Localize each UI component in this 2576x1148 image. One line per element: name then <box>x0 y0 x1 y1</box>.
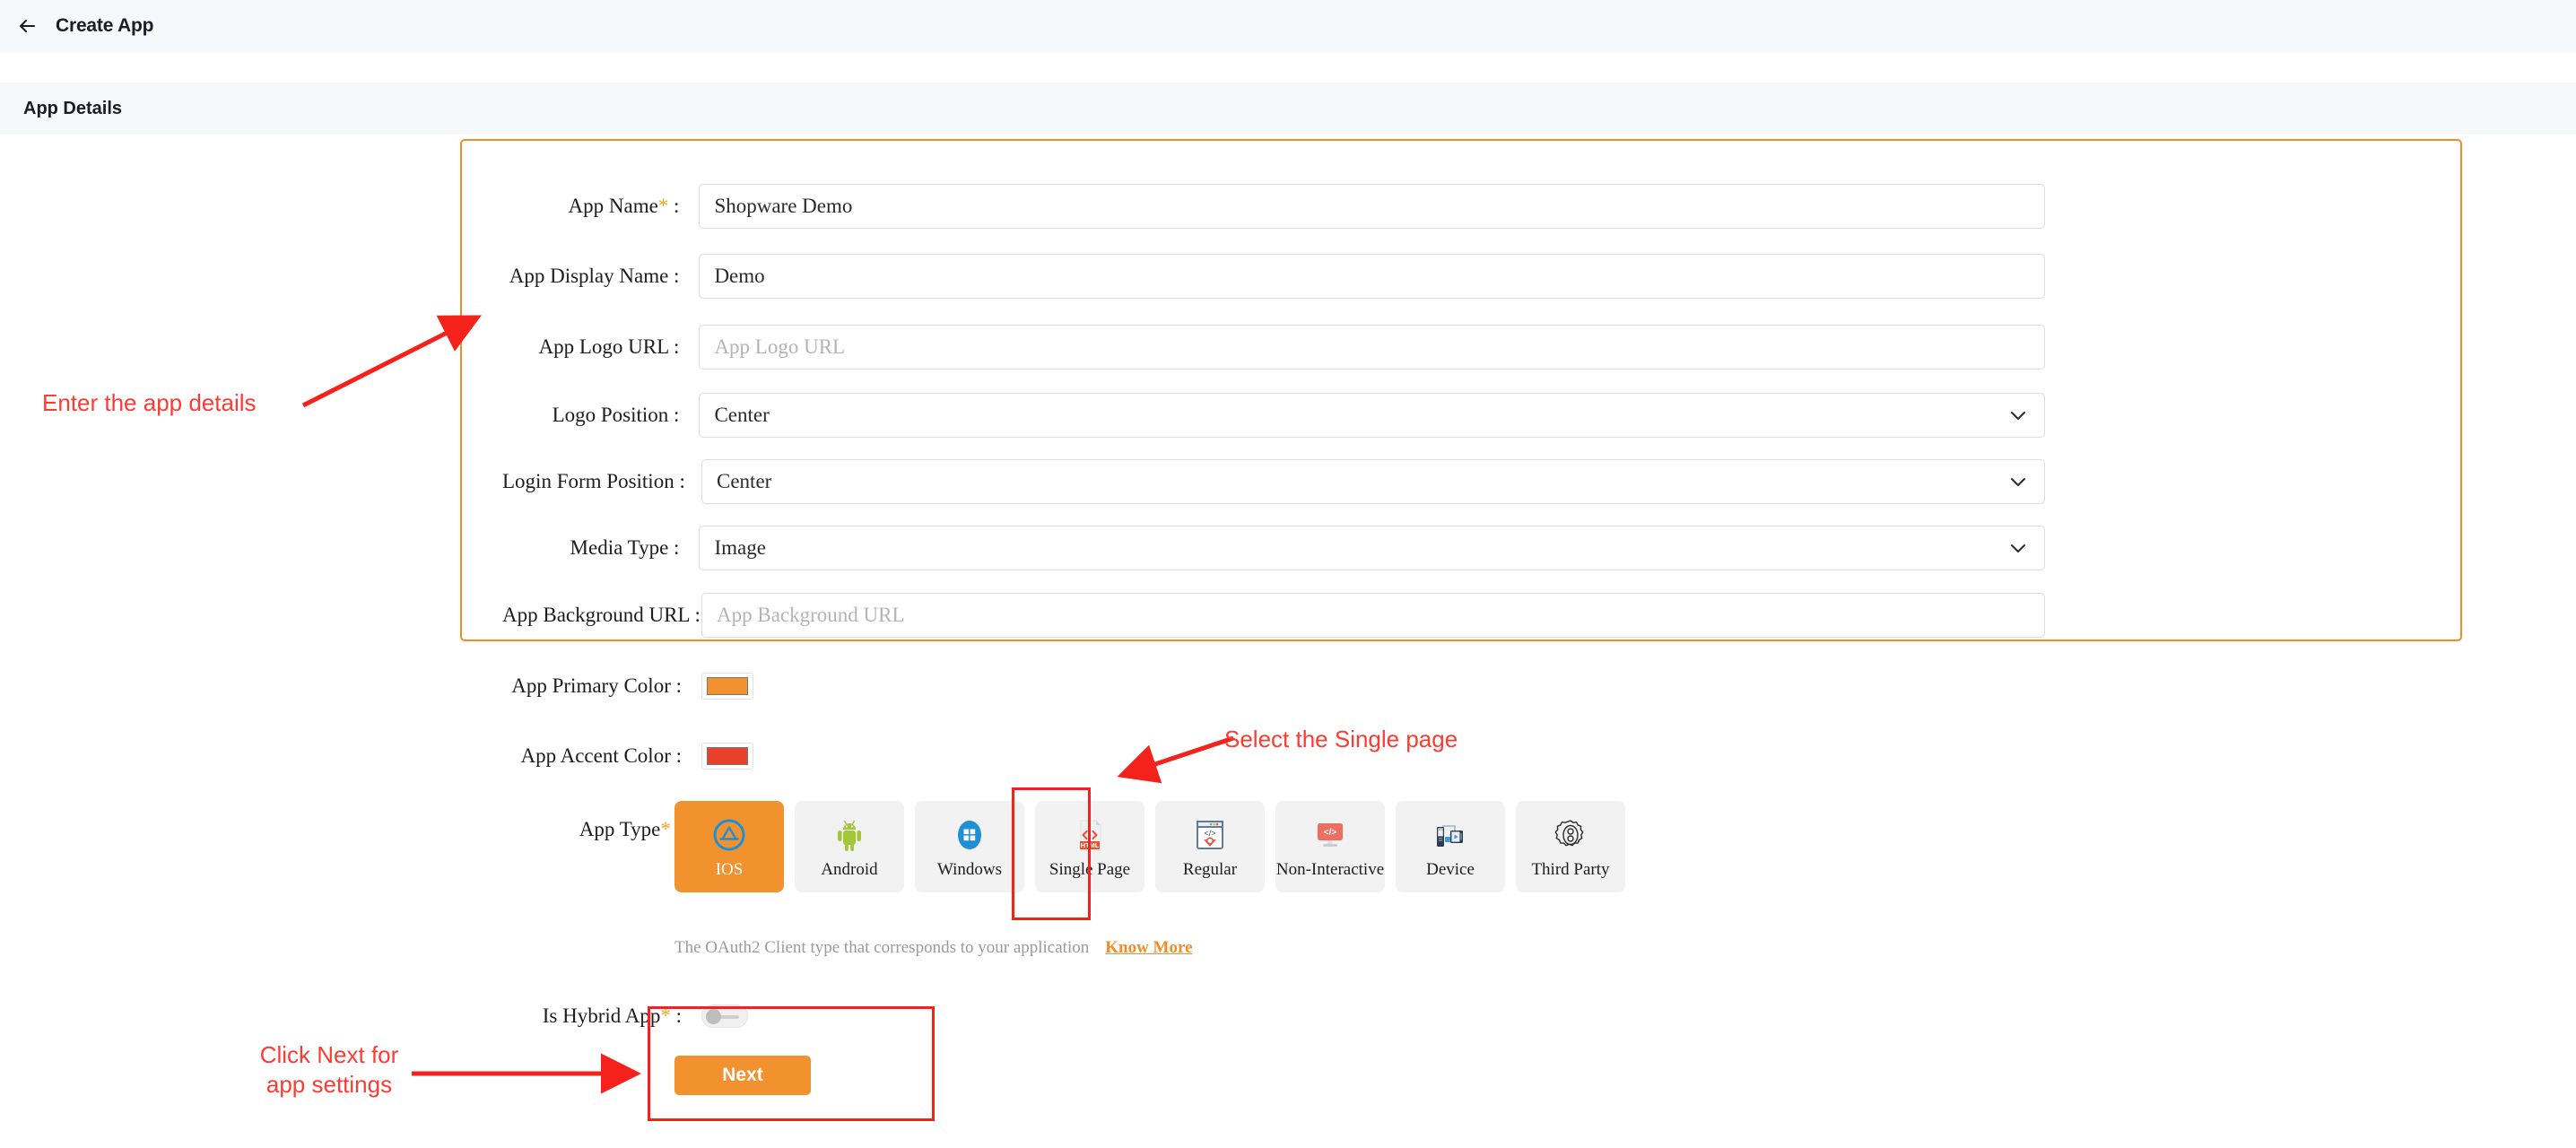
form-row-logo-position: Logo Position : Center <box>502 393 2045 438</box>
logo-position-select[interactable]: Center <box>699 393 2045 438</box>
top-bar: Create App <box>0 0 2576 52</box>
app-primary-color-swatch <box>707 677 748 695</box>
annotation-arrow-click-next <box>410 1063 643 1084</box>
gear-outline-icon <box>1549 813 1592 857</box>
app-background-url-label: App Background URL : <box>502 604 682 627</box>
media-type-label: Media Type : <box>502 536 679 560</box>
browser-code-gear-icon: </> <box>1188 813 1231 857</box>
app-type-card-label: Windows <box>937 860 1002 880</box>
form-row-app-logo-url: App Logo URL : <box>502 325 2045 370</box>
android-robot-icon <box>828 813 871 857</box>
annotation-text-select-single: Select the Single page <box>1224 725 1529 754</box>
form-row-media-type: Media Type : Image <box>502 526 2045 570</box>
annotation-text-enter-details: Enter the app details <box>42 388 302 418</box>
app-logo-url-label: App Logo URL : <box>502 335 679 359</box>
monitor-code-icon: </> <box>1309 813 1352 857</box>
app-type-card-list: IOS Android <box>674 801 1625 892</box>
login-form-position-value: Center <box>717 470 771 493</box>
app-type-card-label: Regular <box>1183 860 1237 880</box>
media-type-value: Image <box>714 536 765 560</box>
annotation-box-single-page <box>1012 787 1091 920</box>
app-type-card-device[interactable]: Device <box>1396 801 1505 892</box>
app-logo-url-input[interactable] <box>699 325 2045 370</box>
form-row-app-background-url: App Background URL : <box>502 593 2045 638</box>
annotation-arrow-select-single <box>1115 731 1240 785</box>
app-name-label: App Name* : <box>502 195 679 218</box>
app-type-label: App Type* : <box>502 818 682 841</box>
logo-position-value: Center <box>714 404 769 427</box>
app-accent-color-swatch <box>707 747 748 765</box>
annotation-box-next <box>648 1006 935 1121</box>
app-type-card-label: Non-Interactive <box>1276 860 1384 880</box>
form-row-app-display-name: App Display Name : <box>502 254 2045 299</box>
app-type-card-non-interactive[interactable]: </> Non-Interactive <box>1275 801 1385 892</box>
app-type-card-third-party[interactable]: Third Party <box>1516 801 1625 892</box>
windows-logo-icon <box>948 813 991 857</box>
app-background-url-input[interactable] <box>701 593 2045 638</box>
form-row-login-form-position: Login Form Position : Center <box>502 459 2045 504</box>
app-accent-color-picker[interactable] <box>701 743 753 770</box>
app-name-input[interactable] <box>699 184 2045 229</box>
app-primary-color-picker[interactable] <box>701 673 753 700</box>
app-type-card-label: IOS <box>716 860 744 880</box>
app-primary-color-label: App Primary Color : <box>502 674 682 698</box>
svg-text:</>: </> <box>1324 828 1337 838</box>
app-type-card-label: Android <box>821 860 877 880</box>
svg-text:</>: </> <box>1204 829 1215 838</box>
app-type-helper-text: The OAuth2 Client type that corresponds … <box>674 938 1089 958</box>
app-display-name-input[interactable] <box>699 254 2045 299</box>
required-asterisk: * <box>660 818 671 840</box>
media-type-select[interactable]: Image <box>699 526 2045 570</box>
section-header-title: App Details <box>23 99 122 119</box>
device-tv-icon <box>1429 813 1472 857</box>
app-type-helper: The OAuth2 Client type that corresponds … <box>674 938 1193 958</box>
apple-appstore-icon <box>708 813 751 857</box>
required-asterisk: * <box>658 195 669 217</box>
app-type-card-windows[interactable]: Windows <box>915 801 1024 892</box>
arrow-left-icon[interactable] <box>14 13 41 39</box>
page-title: Create App <box>56 15 153 37</box>
form-row-app-primary-color: App Primary Color : <box>502 673 1130 700</box>
form-row-app-accent-color: App Accent Color : <box>502 743 1130 770</box>
app-accent-color-label: App Accent Color : <box>502 744 682 768</box>
form-row-app-name: App Name* : <box>502 184 2045 229</box>
create-app-page: Create App App Details App Name* : App D… <box>0 0 2576 1148</box>
app-type-card-label: Third Party <box>1531 860 1609 880</box>
app-type-card-ios[interactable]: IOS <box>674 801 784 892</box>
section-header: App Details <box>0 83 2576 135</box>
app-type-card-regular[interactable]: </> Regular <box>1155 801 1265 892</box>
know-more-link[interactable]: Know More <box>1105 938 1192 958</box>
login-form-position-label: Login Form Position : <box>502 470 682 493</box>
login-form-position-select[interactable]: Center <box>701 459 2045 504</box>
app-type-card-android[interactable]: Android <box>795 801 904 892</box>
app-type-card-label: Device <box>1426 860 1475 880</box>
annotation-arrow-enter-details <box>296 305 493 413</box>
annotation-text-click-next: Click Next for app settings <box>244 1040 414 1100</box>
logo-position-label: Logo Position : <box>502 404 679 427</box>
app-display-name-label: App Display Name : <box>502 265 679 288</box>
